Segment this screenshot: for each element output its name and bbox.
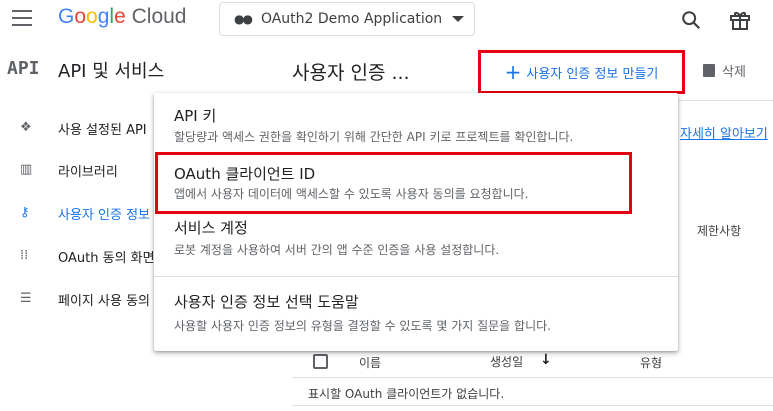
sidebar-title: API 및 서비스 [58, 61, 165, 82]
logo-cloud-text: Cloud [131, 5, 187, 28]
create-credentials-label: 사용자 인증 정보 만들기 [526, 66, 659, 82]
key-icon: ⚷ [20, 205, 30, 220]
menu-item-title: 사용자 인증 정보 선택 도움말 [174, 293, 359, 311]
plus-icon: + [504, 60, 522, 84]
sidebar-item-label: 라이브러리 [58, 165, 118, 180]
menu-item-help-me-choose[interactable]: 사용자 인증 정보 선택 도움말 사용할 사용자 인증 정보의 유형을 결정할 … [154, 277, 678, 351]
menu-item-service-account[interactable]: 서비스 계정 로봇 계정을 사용하여 서버 간의 앱 수준 인증을 사용 설정합… [154, 211, 678, 269]
learn-more-link[interactable]: 자세히 알아보기 [680, 123, 768, 142]
menu-item-description: 로봇 계정을 사용하여 서버 간의 앱 수준 인증을 사용 설정합니다. [174, 243, 500, 257]
restrictions-column-header: 제한사항 [697, 224, 742, 238]
project-picker-button[interactable]: ●● OAuth2 Demo Application [219, 2, 475, 36]
google-cloud-logo[interactable]: Google Cloud [58, 5, 186, 29]
settings-list-icon: ☰ [20, 291, 32, 306]
search-icon[interactable] [680, 9, 702, 31]
gift-icon[interactable] [728, 8, 752, 32]
delete-label: 삭제 [722, 65, 746, 80]
library-icon: ▥ [20, 162, 33, 177]
project-name: OAuth2 Demo Application [260, 11, 443, 27]
sidebar-item-label: 사용자 인증 정보 [58, 208, 150, 223]
project-hub-icon: ●● [234, 12, 253, 26]
oauth-highlight-box [155, 152, 632, 214]
create-credentials-button[interactable]: + 사용자 인증 정보 만들기 [478, 50, 685, 94]
page-title: 사용자 인증 ... [292, 62, 410, 84]
column-created[interactable]: 생성일 [490, 353, 523, 370]
sidebar-item-label: OAuth 동의 화면 [58, 251, 155, 266]
create-credentials-menu: API 키 할당량과 액세스 권한을 확인하기 위해 간단한 API 키로 프로… [154, 93, 678, 351]
select-all-checkbox[interactable] [313, 354, 328, 369]
hamburger-menu-icon[interactable] [12, 10, 32, 26]
menu-item-api-key[interactable]: API 키 할당량과 액세스 권한을 확인하기 위해 간단한 API 키로 프로… [154, 93, 678, 151]
menu-item-description: 사용할 사용자 인증 정보의 유형을 결정할 수 있도록 몇 가지 질문을 합니… [174, 319, 551, 333]
sidebar-item-label: 페이지 사용 동의 [58, 294, 150, 309]
logo-letter: G [58, 5, 75, 28]
api-badge-icon: API [7, 58, 40, 79]
logo-letter: e [114, 5, 126, 28]
menu-item-title: 서비스 계정 [174, 219, 248, 237]
logo-letter: g [97, 5, 110, 28]
caret-down-icon [452, 16, 465, 22]
trash-icon [703, 64, 715, 77]
empty-table-message: 표시할 OAuth 클라이언트가 없습니다. [308, 387, 505, 401]
delete-button[interactable]: 삭제 [703, 61, 746, 80]
consent-dots-icon: ⁞⁞ [20, 248, 29, 263]
menu-item-description: 할당량과 액세스 권한을 확인하기 위해 간단한 API 키로 프로젝트를 확인… [174, 130, 574, 144]
logo-letter: o [86, 5, 98, 28]
table-divider [292, 405, 773, 406]
diamond-grid-icon: ❖ [20, 120, 32, 135]
sidebar-item-label: 사용 설정된 API [58, 123, 147, 138]
column-type: 유형 [640, 356, 663, 370]
menu-item-title: API 키 [174, 107, 217, 125]
top-app-bar: Google Cloud ●● OAuth2 Demo Application [0, 0, 773, 38]
column-name: 이름 [359, 356, 382, 370]
logo-letter: o [74, 5, 87, 28]
sort-down-icon[interactable]: ↓ [540, 352, 552, 368]
